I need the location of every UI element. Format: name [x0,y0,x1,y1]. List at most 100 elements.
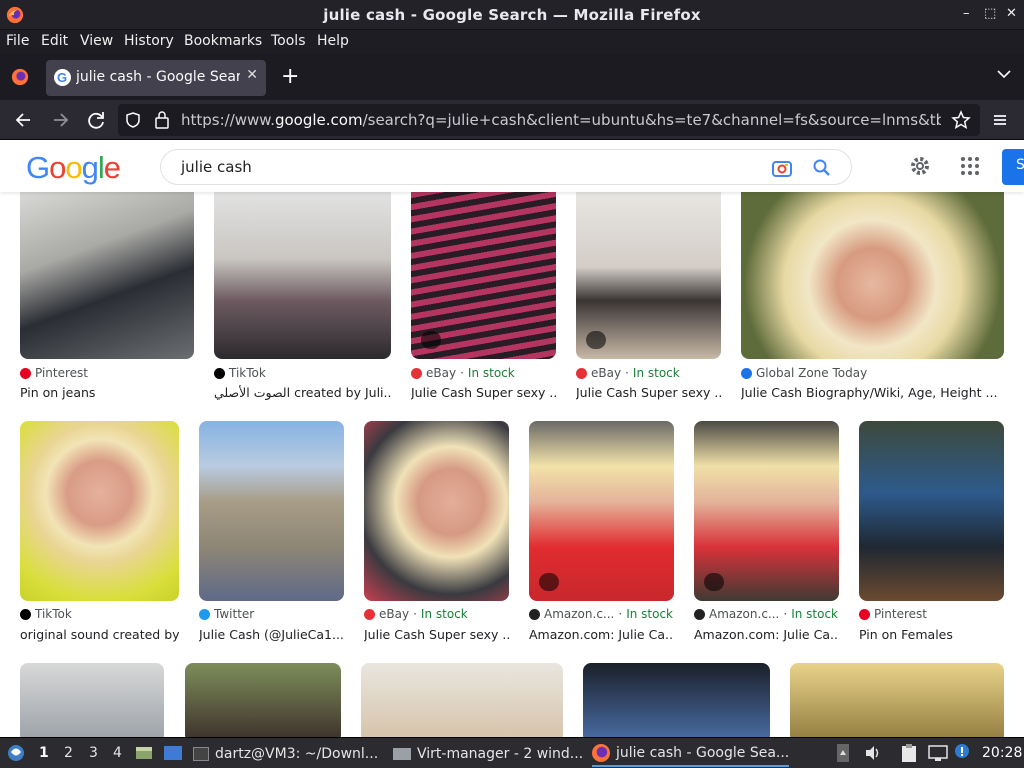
result-caption[interactable]: الصوت الأصلي created by Juli... [214,385,391,400]
clock: 20:28 [982,745,1023,761]
ebay-icon [364,608,375,620]
result-caption[interactable]: Julie Cash (@JulieCa1... [199,627,344,642]
search-box[interactable]: julie cash [160,149,852,185]
firefox-icon [592,744,610,762]
bookmark-star-icon[interactable] [950,109,972,131]
google-logo[interactable]: Google [26,150,121,186]
product-tag-icon [539,573,559,591]
url-text[interactable]: https://www.google.com/search?q=julie+ca… [181,111,941,129]
result-thumbnail[interactable] [361,663,563,737]
new-tab-button[interactable]: + [281,64,299,89]
result-source: Amazon.c... [709,607,780,621]
window-titlebar: julie cash - Google Search — Mozilla Fir… [0,0,1024,30]
result-caption[interactable]: original sound created by ... [20,627,179,642]
result-caption[interactable]: Amazon.com: Julie Ca... [694,627,839,642]
result-source: eBay [379,607,410,621]
stock-status: In stock [632,366,680,380]
menu-tools[interactable]: Tools [271,33,306,49]
tab-bar: G julie cash - Google Search ✕ + [0,54,1024,100]
menu-view[interactable]: View [80,33,113,49]
stock-status: In stock [626,607,673,621]
reload-icon[interactable] [85,109,107,131]
product-tag-icon [586,331,606,349]
menu-bookmarks[interactable]: Bookmarks [184,33,262,49]
minimize-button[interactable]: – [963,6,970,21]
result-thumbnail[interactable] [20,663,164,737]
settings-gear-icon[interactable] [908,154,932,178]
google-favicon-icon: G [54,69,71,86]
result-thumbnail[interactable] [790,663,1004,737]
files-icon[interactable] [135,744,153,762]
result-caption[interactable]: Julie Cash Super sexy ... [576,385,721,400]
result-thumbnail[interactable] [214,192,391,359]
back-icon[interactable] [13,109,35,131]
result-caption[interactable]: Julie Cash Biography/Wiki, Age, Height .… [741,385,1004,400]
google-apps-icon[interactable] [960,156,980,176]
notification-icon[interactable] [953,742,971,762]
workspace-1[interactable]: 1 [39,745,49,761]
volume-scroll-icon[interactable] [836,743,850,763]
result-source: Pinterest [35,366,89,380]
speaker-icon[interactable] [864,744,882,762]
close-window-button[interactable]: ✕ [1006,6,1017,21]
product-tag-icon [704,573,724,591]
result-caption[interactable]: Pin on jeans [20,385,194,400]
search-input[interactable]: julie cash [181,158,252,176]
result-thumbnail[interactable] [20,421,179,601]
result-source: Global Zone Today [756,366,868,380]
tab-google-search[interactable]: G julie cash - Google Search ✕ [46,60,266,96]
result-thumbnail[interactable] [583,663,770,737]
result-thumbnail[interactable] [364,421,509,601]
app-menu-icon[interactable] [989,109,1011,131]
forward-icon[interactable] [49,109,71,131]
amazon-icon [529,608,540,620]
workspace-3[interactable]: 3 [89,745,98,761]
menu-help[interactable]: Help [317,33,349,49]
menu-file[interactable]: File [6,33,29,49]
task-label: Virt-manager - 2 wind... [417,746,584,762]
desktop-icon[interactable] [163,744,183,762]
clipboard-icon[interactable] [900,743,918,763]
stock-status: In stock [420,607,468,621]
result-source: Amazon.c... [544,607,615,621]
result-caption[interactable]: Pin on Females [859,627,1004,642]
result-thumbnail[interactable] [741,192,1004,359]
result-source: TikTok [35,607,72,621]
virt-manager-icon [393,748,411,760]
product-tag-icon [421,331,441,349]
tracking-protection-icon[interactable] [124,111,142,129]
navigation-toolbar: https://www.google.com/search?q=julie+ca… [0,100,1024,140]
result-source: Pinterest [874,607,928,621]
task-firefox[interactable]: julie cash - Google Sea... [592,741,790,767]
close-tab-button[interactable]: ✕ [246,67,258,83]
global-zone-icon [741,367,752,379]
maximize-button[interactable]: ⬚ [984,6,996,21]
display-icon[interactable] [928,744,948,762]
firefox-view-icon[interactable] [11,68,29,86]
task-virt-manager[interactable]: Virt-manager - 2 wind... [393,741,583,767]
result-thumbnail[interactable] [859,421,1004,601]
address-bar[interactable]: https://www.google.com/search?q=julie+ca… [118,104,980,136]
ebay-icon [411,367,422,379]
workspace-2[interactable]: 2 [64,745,73,761]
camera-search-icon[interactable] [771,157,793,179]
list-all-tabs-icon[interactable] [996,66,1012,82]
result-caption[interactable]: Julie Cash Super sexy ... [364,627,509,642]
result-source: eBay [591,366,622,380]
twitter-icon [199,608,210,620]
menu-history[interactable]: History [124,33,174,49]
start-menu-icon[interactable] [6,743,26,763]
result-thumbnail[interactable] [185,663,341,737]
result-thumbnail[interactable] [199,421,344,601]
result-caption[interactable]: Amazon.com: Julie Ca... [529,627,674,642]
stock-status: In stock [467,366,515,380]
result-source: eBay [426,366,457,380]
search-icon[interactable] [812,158,832,178]
task-terminal[interactable]: dartz@VM3: ~/Downl... [193,741,378,767]
lock-icon[interactable] [154,110,170,130]
result-thumbnail[interactable] [20,192,194,359]
sign-in-button[interactable]: S [1002,149,1024,185]
workspace-4[interactable]: 4 [113,745,122,761]
result-caption[interactable]: Julie Cash Super sexy ... [411,385,556,400]
menu-edit[interactable]: Edit [41,33,68,49]
